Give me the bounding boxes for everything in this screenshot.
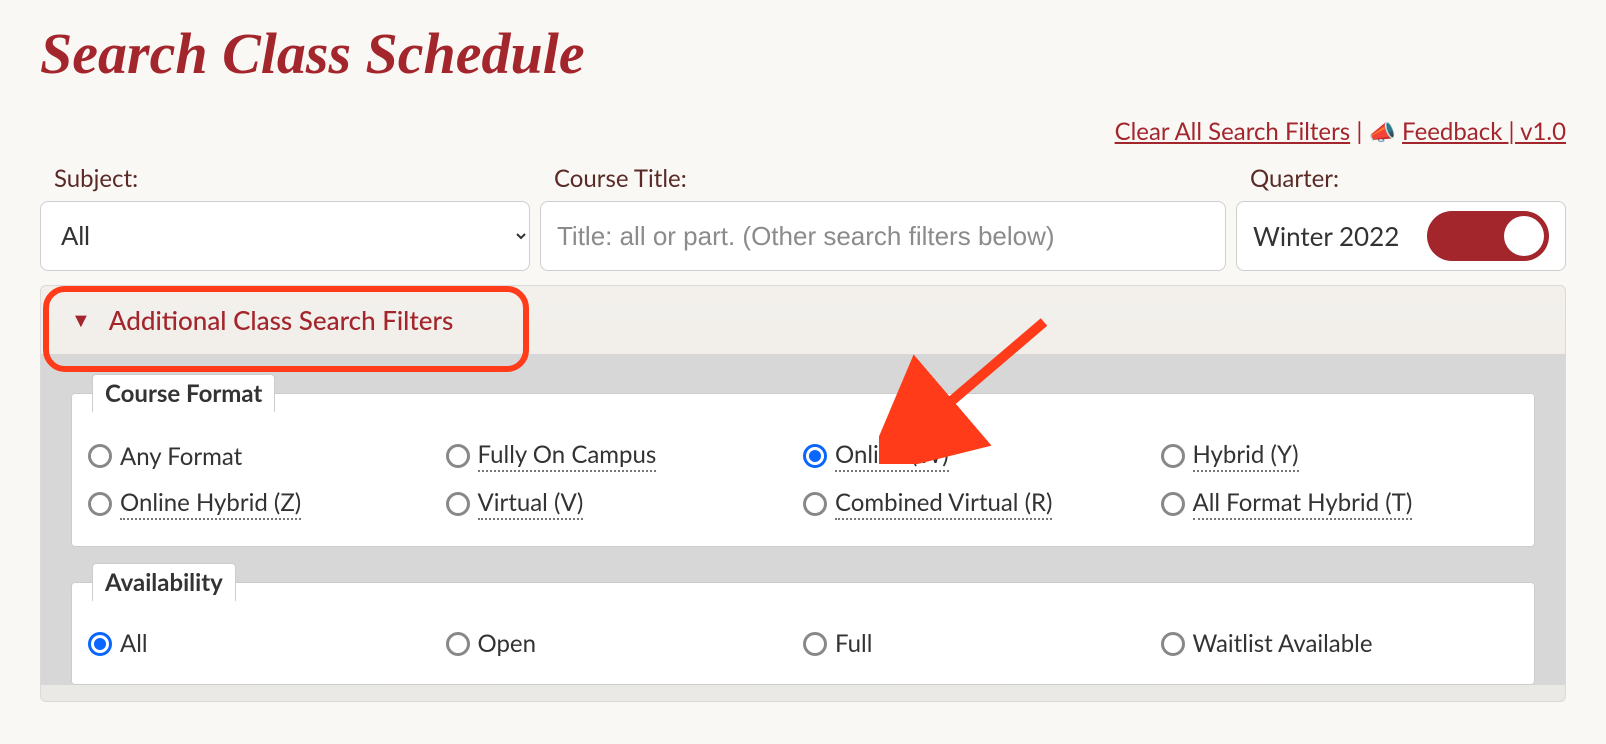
radio-item[interactable]: All Format Hybrid (T) xyxy=(1161,480,1519,528)
quarter-label: Quarter: xyxy=(1236,164,1566,193)
radio-icon[interactable] xyxy=(88,492,112,516)
radio-icon[interactable] xyxy=(446,444,470,468)
course-format-legend: Course Format xyxy=(92,374,275,412)
quarter-toggle[interactable] xyxy=(1427,211,1549,261)
radio-item[interactable]: Waitlist Available xyxy=(1161,621,1519,666)
subject-select[interactable]: All xyxy=(40,201,530,271)
radio-icon[interactable] xyxy=(1161,444,1185,468)
radio-icon[interactable] xyxy=(1161,632,1185,656)
course-title-input[interactable] xyxy=(540,201,1226,271)
radio-icon[interactable] xyxy=(803,632,827,656)
additional-filters-body: Course Format Any Format Fully On Campus O… xyxy=(41,354,1565,685)
radio-label: Any Format xyxy=(120,442,242,471)
radio-label: Online (W) xyxy=(835,440,949,472)
radio-item[interactable]: All xyxy=(88,621,446,666)
radio-label: All xyxy=(120,629,148,658)
availability-options: All Open Full Waitlist Available xyxy=(88,621,1518,666)
availability-fieldset: Availability All Open Full Waitlist Availab… xyxy=(71,563,1535,685)
radio-icon[interactable] xyxy=(446,492,470,516)
radio-icon[interactable] xyxy=(88,444,112,468)
radio-label: Virtual (V) xyxy=(478,488,584,520)
top-links-row: Clear All Search Filters | 📣 Feedback | … xyxy=(40,117,1566,146)
link-separator: | xyxy=(1350,117,1368,146)
course-title-label: Course Title: xyxy=(540,164,1226,193)
additional-filters-label: Additional Class Search Filters xyxy=(109,304,453,336)
radio-label: Full xyxy=(835,629,872,658)
subject-label: Subject: xyxy=(40,164,530,193)
radio-label: Hybrid (Y) xyxy=(1193,440,1299,472)
radio-icon[interactable] xyxy=(88,632,112,656)
radio-icon[interactable] xyxy=(1161,492,1185,516)
radio-icon[interactable] xyxy=(803,444,827,468)
radio-label: All Format Hybrid (T) xyxy=(1193,488,1413,520)
radio-item[interactable]: Any Format xyxy=(88,432,446,480)
quarter-value: Winter 2022 xyxy=(1253,220,1399,252)
additional-filters-panel: ▼ Additional Class Search Filters Course… xyxy=(40,285,1566,702)
radio-label: Online Hybrid (Z) xyxy=(120,488,301,520)
radio-label: Combined Virtual (R) xyxy=(835,488,1052,520)
quarter-box: Winter 2022 xyxy=(1236,201,1566,271)
radio-item[interactable]: Combined Virtual (R) xyxy=(803,480,1161,528)
feedback-link[interactable]: Feedback | v1.0 xyxy=(1402,117,1566,146)
primary-filters-row: Subject: All Course Title: Quarter: Wint… xyxy=(40,164,1566,271)
radio-icon[interactable] xyxy=(446,632,470,656)
radio-item[interactable]: Online (W) xyxy=(803,432,1161,480)
course-format-fieldset: Course Format Any Format Fully On Campus O… xyxy=(71,374,1535,547)
radio-label: Fully On Campus xyxy=(478,440,657,472)
triangle-down-icon: ▼ xyxy=(71,308,91,333)
radio-label: Open xyxy=(478,629,537,658)
clear-filters-link[interactable]: Clear All Search Filters xyxy=(1115,117,1351,146)
radio-item[interactable]: Full xyxy=(803,621,1161,666)
megaphone-icon: 📣 xyxy=(1368,118,1395,145)
page-title: Search Class Schedule xyxy=(40,20,1566,87)
radio-item[interactable]: Online Hybrid (Z) xyxy=(88,480,446,528)
radio-icon[interactable] xyxy=(803,492,827,516)
additional-filters-toggle[interactable]: ▼ Additional Class Search Filters xyxy=(41,286,483,354)
radio-item[interactable]: Virtual (V) xyxy=(446,480,804,528)
availability-legend: Availability xyxy=(92,563,236,601)
radio-item[interactable]: Open xyxy=(446,621,804,666)
course-format-options: Any Format Fully On Campus Online (W) Hybri… xyxy=(88,432,1518,528)
radio-item[interactable]: Hybrid (Y) xyxy=(1161,432,1519,480)
radio-item[interactable]: Fully On Campus xyxy=(446,432,804,480)
toggle-knob xyxy=(1504,216,1544,256)
radio-label: Waitlist Available xyxy=(1193,629,1373,658)
